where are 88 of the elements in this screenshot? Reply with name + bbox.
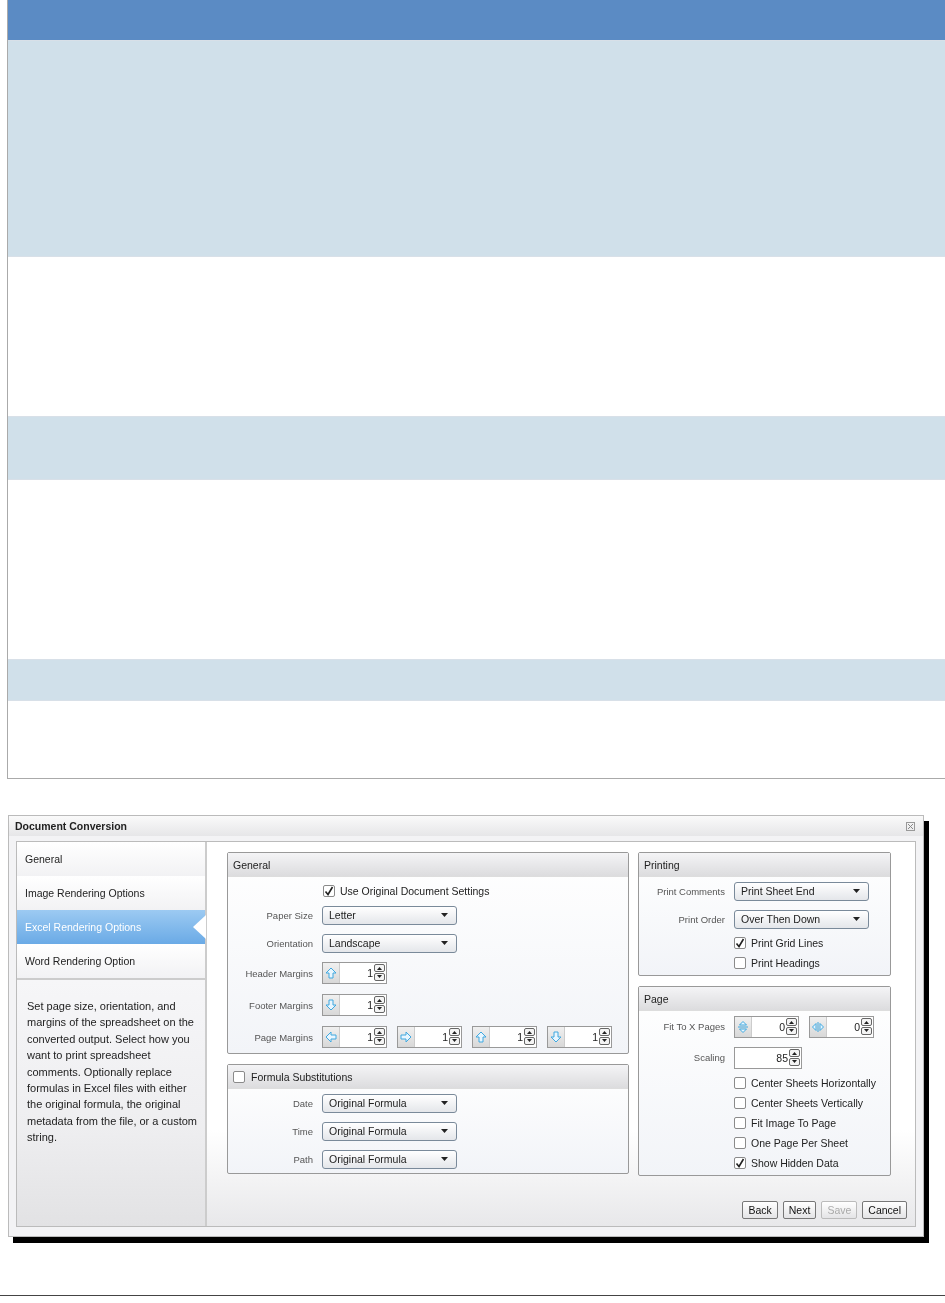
dropdown[interactable]: Letter — [322, 905, 457, 925]
checkbox-label: Fit Image To Page — [751, 1117, 837, 1129]
description-text: Set page size, orientation, and margins of the spreadsheet on the converted output. Select how you want to print spreadsheet comments. Optionally replace formulas in Excel files with either the original formula, the original metadata from the file, or a custom string. — [27, 999, 197, 1146]
number-spinner[interactable]: 1 — [322, 962, 387, 984]
field-label: Fit To X Pages — [662, 1021, 725, 1032]
field-label: Orientation — [265, 937, 313, 949]
dialog-button[interactable]: Next — [782, 1201, 817, 1219]
panel-title: Printing — [644, 858, 680, 871]
number-spinner[interactable]: 1 — [322, 994, 387, 1016]
checkbox[interactable] — [734, 1077, 746, 1089]
left-arrow-icon — [325, 1031, 337, 1043]
close-icon[interactable] — [906, 821, 915, 831]
caret-icon — [853, 917, 860, 921]
checkbox[interactable] — [734, 1097, 746, 1109]
step-up-icon[interactable] — [599, 1028, 610, 1036]
step-down-icon[interactable] — [374, 1005, 385, 1013]
caret-icon — [441, 941, 448, 945]
step-down-icon[interactable] — [786, 1026, 797, 1035]
up-arrow-icon — [475, 1031, 487, 1043]
step-down-icon[interactable] — [374, 973, 385, 981]
step-up-icon[interactable] — [374, 1028, 385, 1036]
checkbox-label: Print Headings — [751, 957, 820, 969]
checkbox[interactable] — [734, 1117, 746, 1129]
right-arrow-icon — [400, 1031, 412, 1043]
field-label: Page Margins — [253, 1031, 313, 1043]
step-down-icon[interactable] — [449, 1037, 460, 1045]
step-up-icon[interactable] — [524, 1028, 535, 1036]
dropdown[interactable]: Original Formula — [322, 1093, 457, 1113]
checkbox[interactable] — [734, 937, 746, 949]
panel-title: General — [233, 858, 271, 871]
up-arrow-icon — [325, 967, 337, 979]
checkbox-label: Center Sheets Vertically — [751, 1097, 864, 1109]
field-label: Date — [291, 1097, 313, 1109]
down-arrow-icon — [325, 999, 337, 1011]
window-title: Document Conversion — [15, 820, 127, 832]
vertical-arrows-icon — [737, 1020, 749, 1033]
dropdown[interactable]: Over Then Down — [734, 909, 869, 929]
number-spinner[interactable]: 1 — [472, 1026, 537, 1048]
field-label: Scaling — [692, 1052, 725, 1063]
down-arrow-icon — [550, 1031, 562, 1043]
horizontal-arrows-icon — [812, 1020, 824, 1033]
caret-icon — [441, 1129, 448, 1133]
caret-icon — [441, 1157, 448, 1161]
number-spinner[interactable]: 1 — [397, 1026, 462, 1048]
step-up-icon[interactable] — [374, 964, 385, 972]
field-label: Print Order — [677, 913, 725, 925]
field-label: Print Comments — [655, 885, 725, 897]
caret-icon — [441, 1101, 448, 1105]
step-down-icon[interactable] — [374, 1037, 385, 1045]
step-down-icon[interactable] — [789, 1057, 800, 1066]
number-spinner[interactable]: 0 — [734, 1015, 799, 1038]
field-label: Paper Size — [265, 909, 313, 921]
dialog-button[interactable]: Back — [742, 1201, 778, 1219]
number-spinner[interactable]: 1 — [547, 1026, 612, 1048]
checkbox-label: Print Grid Lines — [751, 937, 824, 949]
step-down-icon[interactable] — [599, 1037, 610, 1045]
step-up-icon[interactable] — [374, 996, 385, 1004]
checkbox[interactable] — [734, 1157, 746, 1169]
checkbox-label: Use Original Document Settings — [340, 885, 490, 897]
number-spinner[interactable]: 85 — [734, 1046, 802, 1069]
checkbox[interactable] — [233, 1070, 245, 1083]
step-up-icon[interactable] — [449, 1028, 460, 1036]
step-down-icon[interactable] — [524, 1037, 535, 1045]
checkbox-label: Center Sheets Horizontally — [751, 1077, 876, 1089]
panel-title: Formula Substitutions — [251, 1070, 353, 1083]
dropdown[interactable]: Original Formula — [322, 1121, 457, 1141]
step-up-icon[interactable] — [789, 1048, 800, 1057]
field-label: Footer Margins — [248, 999, 313, 1011]
dropdown[interactable]: Original Formula — [322, 1149, 457, 1169]
field-label: Header Margins — [244, 967, 313, 979]
checkbox[interactable] — [734, 957, 746, 969]
step-down-icon[interactable] — [861, 1026, 872, 1035]
dropdown[interactable]: Print Sheet End — [734, 881, 869, 901]
checkbox-label: One Page Per Sheet — [751, 1137, 848, 1149]
step-up-icon[interactable] — [861, 1017, 872, 1026]
step-up-icon[interactable] — [786, 1017, 797, 1026]
number-spinner[interactable]: 0 — [809, 1015, 874, 1038]
caret-icon — [853, 889, 860, 893]
panel-title: Page — [644, 992, 669, 1005]
field-label: Time — [291, 1125, 313, 1137]
dropdown[interactable]: Landscape — [322, 933, 457, 953]
dialog-button[interactable]: Cancel — [862, 1201, 907, 1219]
checkbox-label: Show Hidden Data — [751, 1157, 839, 1169]
number-spinner[interactable]: 1 — [322, 1026, 387, 1048]
checkbox[interactable] — [734, 1137, 746, 1149]
field-label: Path — [292, 1153, 313, 1165]
checkbox[interactable] — [323, 885, 335, 897]
caret-icon — [441, 913, 448, 917]
